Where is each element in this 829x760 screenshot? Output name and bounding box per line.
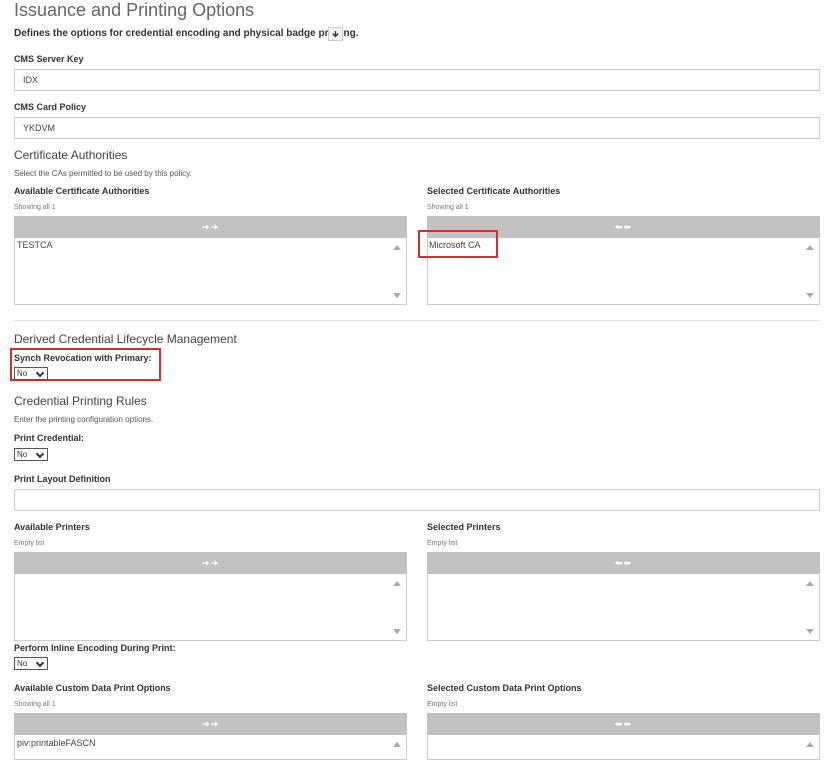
- scroll-up-icon[interactable]: [393, 581, 401, 586]
- scroll-down-icon[interactable]: [393, 629, 401, 634]
- move-left-button[interactable]: ⬅⬅: [427, 552, 820, 574]
- scroll-down-icon[interactable]: [806, 629, 814, 634]
- select-value: No: [17, 659, 28, 668]
- print-layout-input[interactable]: [14, 489, 820, 511]
- cms-server-key-label: CMS Server Key: [14, 54, 84, 64]
- list-item[interactable]: piv:printableFASCN: [17, 738, 96, 748]
- scroll-up-icon[interactable]: [806, 581, 814, 586]
- synch-revocation-label: Synch Revocation with Primary:: [14, 353, 152, 363]
- selected-custom-data-label: Selected Custom Data Print Options: [427, 683, 582, 693]
- selected-printers-count: Empty list: [427, 540, 458, 547]
- scroll-up-icon[interactable]: [806, 245, 814, 250]
- chevron-down-icon: [35, 658, 45, 668]
- move-right-button[interactable]: ➔➔: [14, 552, 407, 574]
- move-left-button[interactable]: ⬅⬅: [427, 713, 820, 735]
- available-ca-list[interactable]: TESTCA: [14, 238, 407, 305]
- print-credential-label: Print Credential:: [14, 433, 85, 443]
- page-title: Issuance and Printing Options: [14, 0, 255, 20]
- synch-revocation-select[interactable]: No: [14, 367, 48, 380]
- available-custom-data-count: Showing all 1: [14, 701, 56, 708]
- selected-printers-label: Selected Printers: [427, 522, 501, 532]
- inline-encoding-select[interactable]: No: [14, 657, 48, 670]
- page-subtitle: Defines the options for credential encod…: [14, 28, 359, 39]
- cert-authorities-description: Select the CAs permitted to be used by t…: [14, 169, 192, 178]
- section-divider: [14, 320, 820, 321]
- available-ca-label: Available Certificate Authorities: [14, 186, 150, 196]
- selected-ca-label: Selected Certificate Authorities: [427, 186, 561, 196]
- print-credential-select[interactable]: No: [14, 448, 48, 461]
- move-right-button[interactable]: ➔➔: [14, 216, 407, 238]
- move-right-button[interactable]: ➔➔: [14, 713, 407, 735]
- derived-credential-heading: Derived Credential Lifecycle Management: [14, 332, 237, 346]
- cert-authorities-heading: Certificate Authorities: [14, 148, 128, 162]
- available-ca-count: Showing all 1: [14, 204, 56, 211]
- available-custom-data-list[interactable]: piv:printableFASCN: [14, 735, 407, 760]
- scroll-up-icon[interactable]: [393, 742, 401, 747]
- scroll-down-icon[interactable]: [806, 293, 814, 298]
- cms-card-policy-label: CMS Card Policy: [14, 102, 87, 112]
- scroll-up-icon[interactable]: [393, 245, 401, 250]
- cms-server-key-input[interactable]: IDX: [14, 69, 820, 91]
- selected-printers-list[interactable]: [427, 574, 820, 641]
- list-item[interactable]: Microsoft CA: [429, 240, 481, 250]
- print-layout-label: Print Layout Definition: [14, 474, 111, 484]
- download-arrow-icon[interactable]: 🡻: [328, 27, 343, 41]
- available-printers-count: Empty list: [14, 540, 45, 547]
- scroll-up-icon[interactable]: [806, 742, 814, 747]
- selected-ca-count: Showing all 1: [427, 204, 469, 211]
- highlight-box: Microsoft CA: [418, 230, 498, 258]
- list-item[interactable]: TESTCA: [17, 240, 53, 250]
- printing-rules-heading: Credential Printing Rules: [14, 394, 147, 408]
- inline-encoding-label: Perform Inline Encoding During Print:: [14, 643, 176, 653]
- chevron-down-icon: [35, 449, 45, 459]
- available-printers-label: Available Printers: [14, 522, 90, 532]
- selected-custom-data-count: Empty list: [427, 701, 458, 708]
- select-value: No: [17, 450, 28, 459]
- cms-card-policy-input[interactable]: YKDVM: [14, 117, 820, 139]
- chevron-down-icon: [35, 368, 45, 378]
- scroll-down-icon[interactable]: [393, 293, 401, 298]
- available-custom-data-label: Available Custom Data Print Options: [14, 683, 171, 693]
- available-printers-list[interactable]: [14, 574, 407, 641]
- printing-rules-description: Enter the printing configuration options…: [14, 415, 154, 424]
- selected-custom-data-list[interactable]: [427, 735, 820, 760]
- select-value: No: [17, 369, 28, 378]
